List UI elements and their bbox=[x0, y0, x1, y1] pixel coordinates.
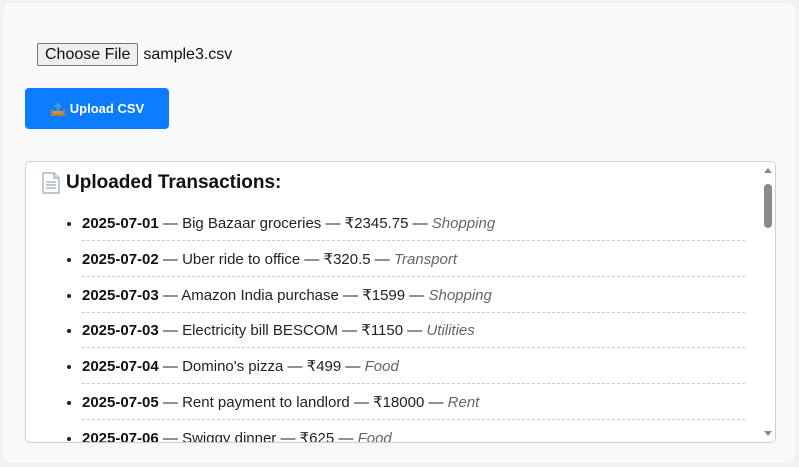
file-input[interactable]: Choose File sample3.csv bbox=[37, 43, 232, 66]
transactions-list: 2025-07-01 — Big Bazaar groceries — ₹234… bbox=[26, 206, 745, 442]
transaction-date: 2025-07-03 bbox=[82, 322, 159, 340]
transaction-description: Uber ride to office bbox=[182, 250, 301, 268]
outbox-tray-icon bbox=[50, 101, 66, 116]
transaction-category: Rent bbox=[447, 393, 480, 411]
list-item: 2025-07-06 — Swiggy dinner — ₹625 — Food bbox=[82, 421, 745, 442]
separator: — bbox=[158, 286, 182, 304]
separator: — bbox=[337, 322, 362, 340]
separator: — bbox=[341, 358, 365, 376]
scrollbar-thumb[interactable] bbox=[764, 184, 772, 228]
transaction-description: Rent payment to landlord bbox=[182, 393, 350, 411]
upload-button-label: Upload CSV bbox=[69, 101, 145, 116]
transaction-amount: ₹320.5 bbox=[323, 250, 371, 268]
list-item: 2025-07-04 — Domino's pizza — ₹499 — Foo… bbox=[82, 349, 745, 385]
transaction-category: Transport bbox=[393, 250, 458, 268]
transaction-category: Food bbox=[364, 358, 399, 376]
transaction-amount: ₹625 bbox=[299, 429, 335, 442]
transaction-date: 2025-07-04 bbox=[82, 358, 159, 376]
list-item: 2025-07-02 — Uber ride to office — ₹320.… bbox=[82, 242, 745, 277]
transaction-date: 2025-07-06 bbox=[82, 429, 159, 442]
transaction-category: Shopping bbox=[428, 286, 492, 304]
transaction-date: 2025-07-05 bbox=[82, 393, 159, 411]
upload-csv-button[interactable]: Upload CSV bbox=[25, 88, 169, 129]
transaction-description: Electricity bill BESCOM bbox=[182, 322, 338, 340]
separator: — bbox=[158, 429, 183, 442]
transaction-description: Swiggy dinner bbox=[182, 429, 277, 442]
transaction-description: Domino's pizza bbox=[182, 358, 284, 376]
transaction-amount: ₹18000 bbox=[373, 393, 425, 411]
transaction-date: 2025-07-03 bbox=[82, 286, 159, 304]
choose-file-button[interactable]: Choose File bbox=[37, 43, 139, 66]
transaction-amount: ₹2345.75 bbox=[344, 215, 409, 232]
scroll-down-arrow-icon[interactable] bbox=[764, 431, 772, 436]
transaction-description: Big Bazaar groceries bbox=[182, 215, 322, 232]
transaction-amount: ₹1150 bbox=[361, 322, 404, 340]
list-item: 2025-07-01 — Big Bazaar groceries — ₹234… bbox=[82, 206, 745, 241]
separator: — bbox=[158, 215, 183, 232]
transactions-panel: Uploaded Transactions: 2025-07-01 — Big … bbox=[25, 161, 776, 443]
transaction-category: Utilities bbox=[426, 322, 475, 340]
separator: — bbox=[283, 358, 307, 376]
transaction-amount: ₹499 bbox=[306, 358, 342, 376]
separator: — bbox=[158, 322, 183, 340]
separator: — bbox=[403, 322, 427, 340]
transaction-category: Food bbox=[357, 429, 392, 442]
vertical-scrollbar[interactable] bbox=[761, 162, 775, 442]
document-icon bbox=[42, 172, 60, 194]
separator: — bbox=[338, 286, 363, 304]
transaction-amount: ₹1599 bbox=[362, 286, 406, 304]
panel-title: Uploaded Transactions: bbox=[42, 172, 281, 194]
separator: — bbox=[424, 393, 448, 411]
separator: — bbox=[334, 429, 358, 442]
selected-file-name: sample3.csv bbox=[143, 45, 233, 63]
separator: — bbox=[276, 429, 300, 442]
separator: — bbox=[370, 250, 394, 268]
separator: — bbox=[158, 250, 183, 268]
scroll-up-arrow-icon[interactable] bbox=[764, 168, 772, 173]
list-item: 2025-07-03 — Amazon India purchase — ₹15… bbox=[82, 278, 745, 313]
panel-title-text: Uploaded Transactions: bbox=[66, 172, 282, 193]
separator: — bbox=[158, 393, 183, 411]
transaction-category: Shopping bbox=[431, 215, 496, 232]
transaction-description: Amazon India purchase bbox=[181, 286, 339, 304]
separator: — bbox=[158, 358, 183, 376]
separator: — bbox=[408, 215, 432, 232]
separator: — bbox=[405, 286, 429, 304]
list-item: 2025-07-05 — Rent payment to landlord — … bbox=[82, 385, 745, 420]
separator: — bbox=[300, 250, 324, 268]
separator: — bbox=[349, 393, 374, 411]
list-item: 2025-07-03 — Electricity bill BESCOM — ₹… bbox=[82, 313, 745, 349]
transaction-date: 2025-07-02 bbox=[82, 250, 159, 268]
separator: — bbox=[321, 215, 345, 232]
transaction-date: 2025-07-01 bbox=[82, 215, 159, 232]
transactions-scroll-area: Uploaded Transactions: 2025-07-01 — Big … bbox=[26, 162, 761, 442]
